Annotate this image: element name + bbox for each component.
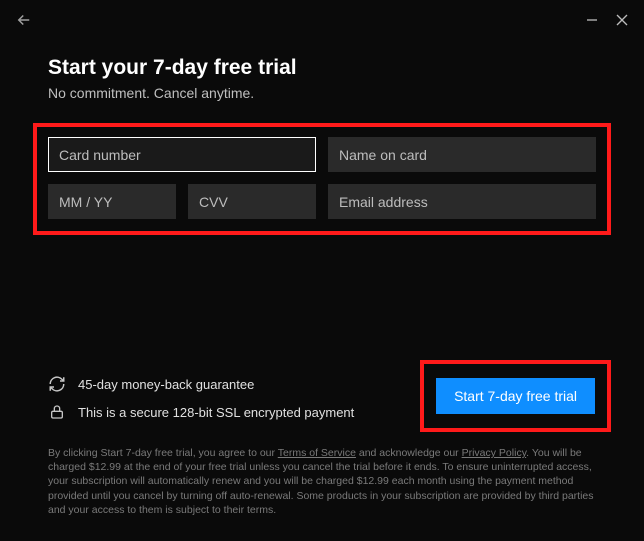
- cta-highlight: Start 7-day free trial: [420, 360, 611, 432]
- email-input[interactable]: [328, 184, 596, 219]
- window-controls: [584, 12, 630, 28]
- card-number-input[interactable]: [48, 137, 316, 172]
- legal-text: By clicking Start 7-day free trial, you …: [48, 446, 596, 517]
- close-icon: [616, 14, 628, 26]
- privacy-policy-link[interactable]: Privacy Policy: [462, 447, 527, 459]
- titlebar: [0, 0, 644, 34]
- legal-pre: By clicking Start 7-day free trial, you …: [48, 447, 278, 459]
- assurance-block: 45-day money-back guarantee This is a se…: [48, 375, 354, 421]
- money-back-row: 45-day money-back guarantee: [48, 375, 354, 393]
- page-subtitle: No commitment. Cancel anytime.: [48, 85, 596, 101]
- start-trial-button[interactable]: Start 7-day free trial: [436, 378, 595, 414]
- bottom-area: 45-day money-back guarantee This is a se…: [48, 364, 611, 432]
- secure-text: This is a secure 128-bit SSL encrypted p…: [78, 405, 354, 420]
- name-on-card-input[interactable]: [328, 137, 596, 172]
- back-button[interactable]: [14, 10, 34, 30]
- arrow-left-icon: [15, 11, 33, 29]
- cvv-input[interactable]: [188, 184, 316, 219]
- legal-mid1: and acknowledge our: [356, 447, 462, 459]
- lock-icon: [48, 403, 66, 421]
- refresh-icon: [48, 375, 66, 393]
- main-content: Start your 7-day free trial No commitmen…: [0, 34, 644, 235]
- page-title: Start your 7-day free trial: [48, 56, 596, 80]
- minimize-button[interactable]: [584, 12, 600, 28]
- payment-form: [48, 137, 596, 219]
- payment-form-highlight: [33, 123, 611, 235]
- money-back-text: 45-day money-back guarantee: [78, 377, 254, 392]
- secure-row: This is a secure 128-bit SSL encrypted p…: [48, 403, 354, 421]
- expiry-input[interactable]: [48, 184, 176, 219]
- minimize-icon: [586, 14, 598, 26]
- close-button[interactable]: [614, 12, 630, 28]
- terms-of-service-link[interactable]: Terms of Service: [278, 447, 356, 459]
